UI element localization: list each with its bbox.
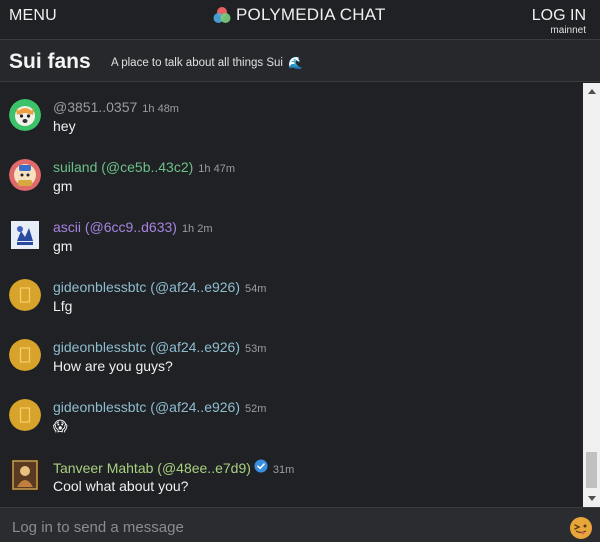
gold-coin-avatar-icon[interactable] bbox=[9, 279, 41, 311]
polymedia-logo-icon bbox=[213, 7, 231, 23]
message-header: suiland (@ce5b..43c2) 1h 47m bbox=[53, 159, 235, 175]
message-header: ascii (@6cc9..d633) 1h 2m bbox=[53, 219, 213, 235]
tanveer-avatar-icon[interactable] bbox=[9, 459, 41, 491]
water-wave-icon: 🌊 bbox=[287, 56, 303, 70]
ascii-avatar-icon[interactable] bbox=[9, 219, 41, 251]
message-author[interactable]: ascii (@6cc9..d633) bbox=[53, 219, 177, 235]
scrollbar-thumb[interactable] bbox=[586, 452, 597, 488]
message-time: 1h 2m bbox=[181, 223, 213, 235]
message-item: ascii (@6cc9..d633) 1h 2m gm bbox=[0, 219, 583, 279]
message-header: Tanveer Mahtab (@48ee..e7d9) 31m bbox=[53, 459, 294, 476]
channel-header: Sui fans A place to talk about all thing… bbox=[0, 40, 600, 82]
message-text: Lfg bbox=[53, 298, 73, 314]
message-composer[interactable]: Log in to send a message bbox=[0, 507, 600, 542]
menu-button[interactable]: MENU bbox=[9, 7, 57, 25]
message-list[interactable]: @3851..0357 1h 48m hey suiland (@ce5b..4… bbox=[0, 83, 583, 507]
message-header: @3851..0357 1h 48m bbox=[53, 99, 179, 115]
message-time: 52m bbox=[245, 403, 267, 415]
app-title: POLYMEDIA CHAT bbox=[236, 5, 386, 24]
message-author[interactable]: Tanveer Mahtab (@48ee..e7d9) bbox=[53, 460, 251, 476]
message-author[interactable]: suiland (@ce5b..43c2) bbox=[53, 159, 193, 175]
network-label: mainnet bbox=[550, 25, 586, 36]
message-header: gideonblessbtc (@af24..e926) 54m bbox=[53, 279, 266, 295]
gold-coin-avatar-icon[interactable] bbox=[9, 339, 41, 371]
verified-badge-icon bbox=[254, 459, 268, 473]
message-item: gideonblessbtc (@af24..e926) 52m 😱 bbox=[0, 399, 583, 459]
message-author[interactable]: gideonblessbtc (@af24..e926) bbox=[53, 279, 240, 295]
login-button[interactable]: LOG IN bbox=[532, 7, 586, 25]
message-scrollbar[interactable] bbox=[583, 83, 600, 507]
message-time: 31m bbox=[272, 464, 295, 476]
message-author[interactable]: gideonblessbtc (@af24..e926) bbox=[53, 339, 240, 355]
message-item: gideonblessbtc (@af24..e926) 54m Lfg bbox=[0, 279, 583, 339]
message-author[interactable]: gideonblessbtc (@af24..e926) bbox=[53, 399, 240, 415]
suiland-avatar-icon[interactable] bbox=[9, 159, 41, 191]
message-text: Cool what about you? bbox=[53, 478, 189, 494]
login-area: LOG IN mainnet bbox=[532, 7, 586, 36]
channel-description: A place to talk about all things Sui 🌊 bbox=[111, 56, 303, 70]
message-time: 54m bbox=[245, 283, 267, 295]
scroll-down-arrow-icon[interactable] bbox=[583, 490, 600, 507]
channel-name: Sui fans bbox=[9, 50, 91, 73]
message-time: 1h 47m bbox=[198, 163, 235, 175]
message-item: gideonblessbtc (@af24..e926) 53m How are… bbox=[0, 339, 583, 399]
tongue-out-emoji-icon[interactable] bbox=[569, 516, 593, 540]
scroll-up-arrow-icon[interactable] bbox=[583, 83, 600, 100]
message-header: gideonblessbtc (@af24..e926) 53m bbox=[53, 339, 266, 355]
message-item: Tanveer Mahtab (@48ee..e7d9) 31m Cool wh… bbox=[0, 459, 583, 507]
message-text: gm bbox=[53, 178, 73, 194]
message-time: 53m bbox=[245, 343, 267, 355]
message-text: 😱 bbox=[53, 418, 68, 434]
cat-avatar-icon[interactable] bbox=[9, 99, 41, 131]
message-item: suiland (@ce5b..43c2) 1h 47m gm bbox=[0, 159, 583, 219]
message-text: How are you guys? bbox=[53, 358, 173, 374]
message-text: hey bbox=[53, 118, 76, 134]
top-bar: MENU POLYMEDIA CHAT LOG IN mainnet bbox=[0, 0, 600, 40]
message-input[interactable]: Log in to send a message bbox=[12, 519, 184, 536]
message-author[interactable]: @3851..0357 bbox=[53, 99, 137, 115]
message-text: gm bbox=[53, 238, 73, 254]
message-header: gideonblessbtc (@af24..e926) 52m bbox=[53, 399, 266, 415]
app-brand[interactable]: POLYMEDIA CHAT bbox=[212, 5, 386, 25]
channel-description-text: A place to talk about all things Sui bbox=[111, 57, 283, 69]
message-time: 1h 48m bbox=[142, 103, 179, 115]
message-item: @3851..0357 1h 48m hey bbox=[0, 99, 583, 159]
gold-coin-avatar-icon[interactable] bbox=[9, 399, 41, 431]
